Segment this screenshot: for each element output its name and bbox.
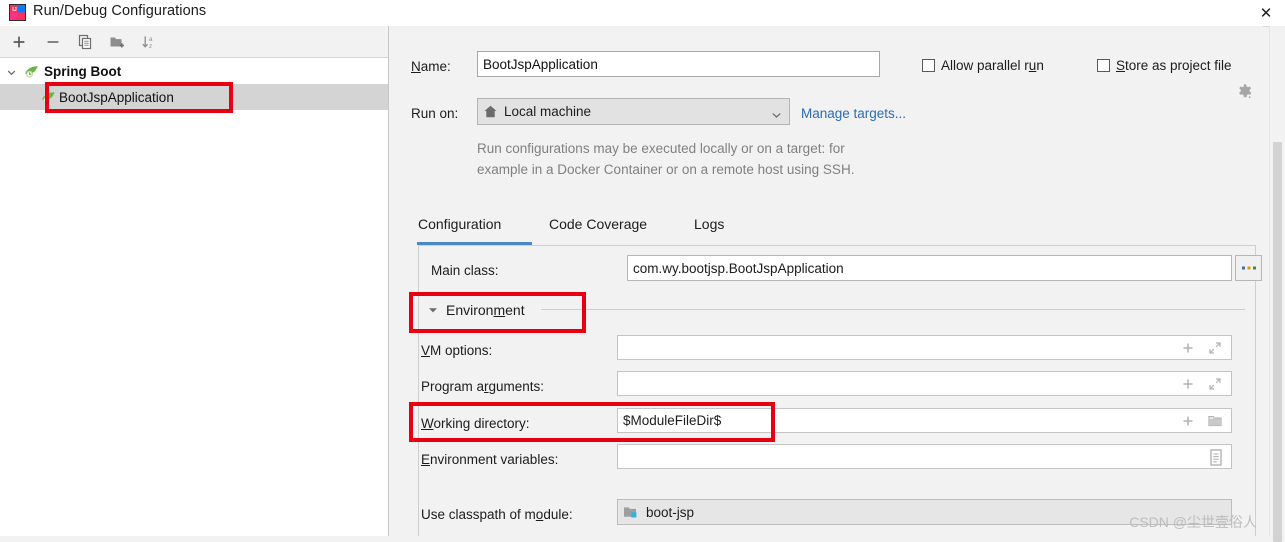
- tree-item-bootjspapplication[interactable]: BootJspApplication: [0, 84, 388, 110]
- plus-icon[interactable]: [1181, 377, 1195, 394]
- manage-targets-link[interactable]: Manage targets...: [801, 106, 906, 121]
- program-arguments-label: Program arguments:: [421, 379, 545, 394]
- environment-section-separator: [541, 309, 1245, 310]
- configurations-tree-panel: a z Spring Boot BootJspApplication: [0, 26, 389, 536]
- run-on-select[interactable]: Local machine: [477, 98, 790, 125]
- run-on-label: Run on:: [411, 106, 459, 121]
- allow-parallel-run-checkbox[interactable]: [922, 59, 935, 72]
- tree-item-label: BootJspApplication: [59, 89, 174, 105]
- main-class-label: Main class:: [431, 263, 499, 278]
- dialog-title: Run/Debug Configurations: [33, 3, 207, 19]
- run-on-description-line1: Run configurations may be executed local…: [477, 141, 845, 156]
- name-input[interactable]: BootJspApplication: [477, 51, 880, 77]
- use-classpath-of-module-value: boot-jsp: [646, 504, 695, 520]
- vm-options-input[interactable]: [617, 335, 1232, 360]
- tab-code-coverage[interactable]: Code Coverage: [549, 216, 647, 232]
- environment-section-label: Environment: [446, 302, 525, 318]
- home-icon: [483, 104, 498, 119]
- store-as-project-file-checkbox[interactable]: [1097, 59, 1110, 72]
- run-debug-configurations-dialog: IJ Run/Debug Configurations ✕ a z Spring…: [0, 0, 1285, 542]
- plus-icon[interactable]: [1181, 414, 1195, 431]
- main-class-input[interactable]: com.wy.bootjsp.BootJspApplication: [627, 255, 1232, 281]
- working-directory-value: $ModuleFileDir$: [623, 413, 722, 428]
- use-classpath-of-module-label: Use classpath of module:: [421, 507, 573, 522]
- svg-text:IJ: IJ: [12, 7, 17, 13]
- chevron-down-icon[interactable]: [426, 303, 440, 317]
- name-label: Name:: [411, 59, 451, 74]
- title-bar: IJ Run/Debug Configurations ✕: [0, 0, 1285, 27]
- configurations-tree: Spring Boot BootJspApplication: [0, 58, 388, 110]
- scrollbar-thumb[interactable]: [1273, 142, 1282, 542]
- environment-variables-label: Environment variables:: [421, 452, 559, 467]
- tab-bar: Configuration Code Coverage Logs: [417, 212, 1256, 245]
- tree-toolbar: a z: [0, 26, 388, 58]
- copy-configuration-button[interactable]: [74, 31, 96, 53]
- gear-dropdown-icon[interactable]: [1235, 82, 1255, 102]
- program-arguments-input[interactable]: [617, 371, 1232, 396]
- spring-boot-icon: [40, 89, 57, 106]
- module-folder-icon: [623, 505, 639, 520]
- configuration-form-panel: Name: BootJspApplication Allow parallel …: [389, 26, 1263, 536]
- allow-parallel-run-label: Allow parallel run: [941, 58, 1044, 73]
- new-folder-button[interactable]: [106, 31, 128, 53]
- list-document-icon[interactable]: [1209, 449, 1223, 469]
- tree-group-label: Spring Boot: [44, 63, 122, 79]
- svg-text:a: a: [149, 36, 153, 43]
- working-directory-label: Working directory:: [421, 416, 530, 431]
- tab-configuration[interactable]: Configuration: [418, 216, 501, 232]
- working-directory-input[interactable]: $ModuleFileDir$: [617, 408, 1232, 433]
- plus-icon[interactable]: [1181, 341, 1195, 358]
- folder-icon[interactable]: [1208, 414, 1223, 431]
- expand-icon[interactable]: [1208, 377, 1222, 394]
- remove-configuration-button[interactable]: [42, 31, 64, 53]
- store-as-project-file-label: Store as project file: [1116, 58, 1232, 73]
- vm-options-label: VM options:: [421, 343, 493, 358]
- tree-group-spring-boot[interactable]: Spring Boot: [0, 58, 388, 84]
- close-icon[interactable]: ✕: [1253, 2, 1279, 24]
- watermark: CSDN @尘世壹俗人: [1129, 514, 1257, 530]
- run-on-value: Local machine: [504, 104, 592, 119]
- environment-variables-input[interactable]: [617, 444, 1232, 469]
- tab-logs[interactable]: Logs: [694, 216, 724, 232]
- intellij-idea-icon: IJ: [9, 4, 26, 21]
- spring-boot-icon: [23, 63, 40, 80]
- vertical-scrollbar[interactable]: [1269, 26, 1285, 542]
- svg-text:z: z: [149, 43, 152, 50]
- chevron-down-icon[interactable]: [6, 66, 17, 77]
- sort-configurations-button[interactable]: a z: [138, 31, 160, 53]
- browse-main-class-button[interactable]: [1235, 255, 1262, 281]
- expand-icon[interactable]: [1208, 341, 1222, 358]
- run-on-description-line2: example in a Docker Container or on a re…: [477, 162, 855, 177]
- chevron-down-icon[interactable]: [771, 108, 782, 123]
- add-configuration-button[interactable]: [8, 31, 30, 53]
